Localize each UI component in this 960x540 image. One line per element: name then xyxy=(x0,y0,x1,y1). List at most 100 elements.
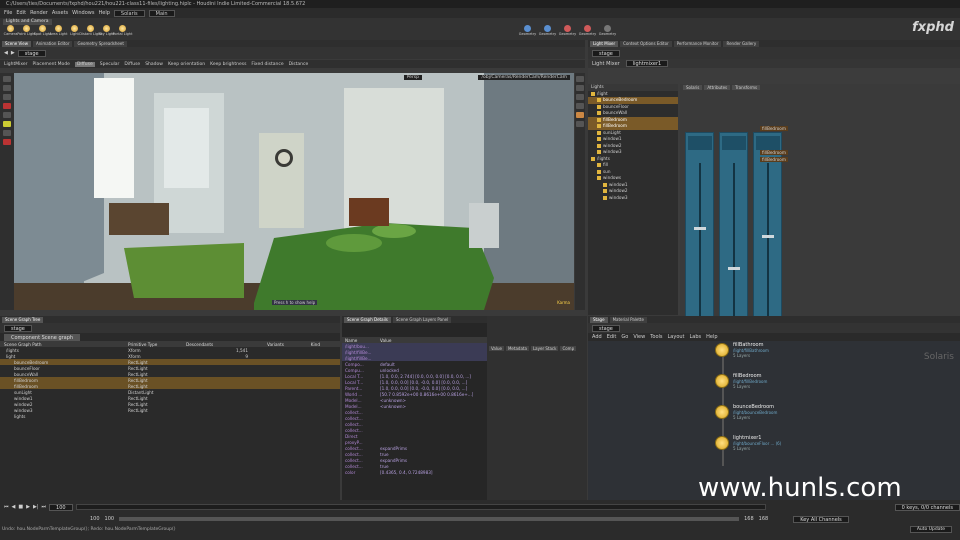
brush-tool[interactable] xyxy=(3,130,11,136)
tab-scene-graph-tree[interactable]: Scene Graph Tree xyxy=(2,316,44,323)
portal-light-tool[interactable]: Portal Light xyxy=(113,25,132,36)
detail-row[interactable]: Parent... [1.0, 0.0, 0.0] [0.0, -0.0, 0.0… xyxy=(342,385,487,391)
fader-track[interactable] xyxy=(767,163,769,323)
fader-handle[interactable] xyxy=(762,235,774,238)
render-viewport[interactable]: /obj/Cameras/RenderCam/RenderCam Persp P… xyxy=(14,73,574,310)
stage-path-right[interactable]: stage xyxy=(592,49,620,57)
fader-handle[interactable] xyxy=(694,227,706,230)
diffuse-toggle-2[interactable]: Diffuse xyxy=(124,62,140,67)
detail-row[interactable]: color [0.4365, 0.4, 0.7248983] xyxy=(342,469,487,475)
camera-path[interactable]: /obj/Cameras/RenderCam/RenderCam xyxy=(478,75,570,80)
keep-orientation-toggle[interactable]: Keep orientation xyxy=(168,62,205,67)
display-option[interactable] xyxy=(576,76,584,82)
table-row[interactable]: lights xyxy=(0,413,340,419)
detail-row[interactable]: Local T... [1.0, 0.0, 2.744] [0.0, 0.0, 0… xyxy=(342,373,487,379)
point-light-tool[interactable]: Point Light xyxy=(17,25,36,36)
subtab-attributes[interactable]: Attributes xyxy=(704,85,731,90)
tab-stage[interactable]: Stage xyxy=(590,316,608,323)
light-tool-icon[interactable] xyxy=(3,103,11,109)
tab-material-palette[interactable]: Material Palette xyxy=(609,316,647,323)
net-menu-view[interactable]: View xyxy=(633,334,645,340)
stage-path-tree[interactable]: stage xyxy=(4,324,32,332)
select-tool[interactable] xyxy=(3,76,11,82)
timeline-bar[interactable] xyxy=(75,504,766,510)
tab-value[interactable]: Value xyxy=(489,345,504,351)
shadow-toggle[interactable]: Shadow xyxy=(145,62,163,67)
area-light-tool[interactable]: Area Light xyxy=(50,25,67,36)
rotate-tool[interactable] xyxy=(3,94,11,100)
net-menu-tools[interactable]: Tools xyxy=(650,334,662,340)
tab-scene-graph-layers[interactable]: Scene Graph Layers Panel xyxy=(392,316,452,323)
channel-buttons[interactable] xyxy=(722,136,746,150)
keep-brightness-toggle[interactable]: Keep brightness xyxy=(210,62,246,67)
menu-render[interactable]: Render xyxy=(30,10,48,16)
net-menu-add[interactable]: Add xyxy=(592,334,602,340)
scene-tree-filter[interactable]: Component Scene graph xyxy=(4,333,81,341)
back-icon[interactable]: ◀ xyxy=(4,50,8,56)
stage-path[interactable]: stage xyxy=(17,49,46,57)
tab-context-options[interactable]: Context Options Editor xyxy=(620,40,672,47)
net-menu-edit[interactable]: Edit xyxy=(607,334,617,340)
display-option[interactable] xyxy=(576,112,584,118)
network-path[interactable]: stage xyxy=(592,324,620,332)
distance-field[interactable]: Distance xyxy=(289,62,309,67)
frame-field[interactable]: 100 xyxy=(49,503,73,511)
menu-edit[interactable]: Edit xyxy=(16,10,26,16)
placement-mode[interactable]: Placement Mode xyxy=(33,62,70,67)
tab-render-gallery[interactable]: Render Gallery xyxy=(723,40,760,47)
tab-light-mixer[interactable]: Light Mixer xyxy=(590,40,619,47)
net-menu-help[interactable]: Help xyxy=(706,334,717,340)
tab-animation-editor[interactable]: Animation Editor xyxy=(32,40,73,47)
auto-update[interactable]: Auto Update xyxy=(909,525,952,533)
network-node[interactable]: fillBathroom/light/fillBathroom 5 Layers xyxy=(715,342,769,358)
camera-tool[interactable]: Camera xyxy=(3,25,18,36)
play-end-icon[interactable]: ⏭ xyxy=(42,504,47,510)
subtab-solaris[interactable]: Solaris xyxy=(683,85,703,90)
net-menu-layout[interactable]: Layout xyxy=(668,334,685,340)
spot-light-tool[interactable]: Spot Light xyxy=(34,25,51,36)
stop-icon[interactable]: ■ xyxy=(18,504,23,510)
context-select[interactable]: Main xyxy=(148,9,175,17)
display-option[interactable] xyxy=(576,85,584,91)
display-option[interactable] xyxy=(576,103,584,109)
light-mixer-node[interactable]: lightmixer1 xyxy=(625,60,669,67)
subtab-transforms[interactable]: Transforms xyxy=(732,85,761,90)
channel-buttons[interactable] xyxy=(688,136,712,150)
fader-track[interactable] xyxy=(733,163,735,323)
range-start-2[interactable]: 100 xyxy=(105,516,115,522)
geometry-tool-5[interactable]: Geometry xyxy=(599,25,616,36)
tab-scene-view[interactable]: Scene View xyxy=(2,40,31,47)
camera-select[interactable]: Persp xyxy=(403,75,422,80)
menu-help[interactable]: Help xyxy=(98,10,109,16)
display-option[interactable] xyxy=(576,121,584,127)
distant-light-tool[interactable]: Distant Light xyxy=(79,25,102,36)
geometry-tool-4[interactable]: Geometry xyxy=(579,25,596,36)
menu-file[interactable]: File xyxy=(4,10,12,16)
tab-geometry-spreadsheet[interactable]: Geometry Spreadsheet xyxy=(74,40,127,47)
tab-comp[interactable]: Comp xyxy=(560,345,577,351)
menu-assets[interactable]: Assets xyxy=(52,10,68,16)
fixed-distance-toggle[interactable]: Fixed distance xyxy=(251,62,283,67)
tab-layer-stack[interactable]: Layer Stack xyxy=(530,345,559,351)
geometry-tool-2[interactable]: Geometry xyxy=(539,25,556,36)
desktop-select[interactable]: Solaris xyxy=(113,9,145,17)
tab-metadata[interactable]: Metadata xyxy=(505,345,529,351)
move-tool[interactable] xyxy=(3,85,11,91)
channel-buttons[interactable] xyxy=(756,136,780,150)
view-tool[interactable] xyxy=(3,121,11,127)
net-menu-labs[interactable]: Labs xyxy=(690,334,702,340)
step-back-icon[interactable]: ◀ xyxy=(12,504,16,510)
play-icon[interactable]: ▶ xyxy=(26,504,30,510)
key-all-channels[interactable]: Key All Channels xyxy=(793,515,849,523)
fader-handle[interactable] xyxy=(728,267,740,270)
display-option[interactable] xyxy=(576,94,584,100)
geometry-tool-3[interactable]: Geometry xyxy=(559,25,576,36)
forward-icon[interactable]: ▶ xyxy=(11,50,15,56)
play-back-icon[interactable]: ⏮ xyxy=(4,504,9,510)
step-forward-icon[interactable]: ▶| xyxy=(33,504,39,510)
tab-performance-monitor[interactable]: Performance Monitor xyxy=(673,40,722,47)
detail-row[interactable]: Local T... [1.0, 0.0, 0.0] [0.0, -0.0, 0.… xyxy=(342,379,487,385)
network-node[interactable]: bounceBedroom/light/bounceBedroom 5 Layer… xyxy=(715,404,777,420)
menu-windows[interactable]: Windows xyxy=(72,10,94,16)
diffuse-toggle[interactable]: Diffuse xyxy=(74,61,95,67)
